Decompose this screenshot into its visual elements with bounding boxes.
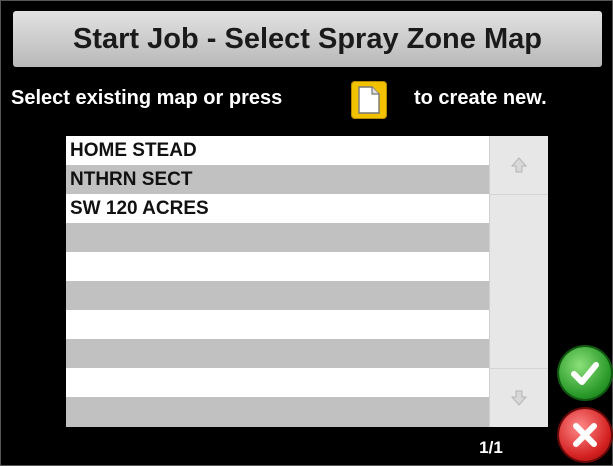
list-item[interactable]: SW 120 ACRES: [66, 194, 489, 223]
map-list: HOME STEAD NTHRN SECT SW 120 ACRES: [66, 136, 489, 427]
list-item[interactable]: [66, 397, 489, 427]
close-icon: [573, 423, 597, 447]
arrow-up-icon: [511, 157, 527, 173]
list-item[interactable]: [66, 281, 489, 310]
list-item[interactable]: [66, 339, 489, 368]
new-map-button[interactable]: [351, 81, 387, 119]
screen-frame: Start Job - Select Spray Zone Map Select…: [0, 0, 613, 466]
list-item[interactable]: [66, 368, 489, 397]
new-document-icon: [358, 86, 380, 114]
instruction-text-before: Select existing map or press: [11, 87, 283, 109]
list-item[interactable]: [66, 252, 489, 281]
page-title: Start Job - Select Spray Zone Map: [73, 23, 542, 55]
list-item[interactable]: [66, 223, 489, 252]
arrow-down-icon: [511, 390, 527, 406]
cancel-button[interactable]: [559, 409, 611, 461]
scroll-up-button[interactable]: [490, 136, 548, 195]
page-indicator: 1/1: [479, 438, 503, 457]
checkmark-icon: [571, 362, 599, 385]
scroll-down-button[interactable]: [490, 368, 548, 427]
confirm-button[interactable]: [559, 347, 611, 399]
list-item[interactable]: HOME STEAD: [66, 136, 489, 165]
instruction-text-after: to create new.: [414, 87, 547, 109]
title-bar: Start Job - Select Spray Zone Map: [13, 11, 602, 67]
list-scrollbar[interactable]: [489, 136, 548, 427]
list-item[interactable]: [66, 310, 489, 339]
list-item[interactable]: NTHRN SECT: [66, 165, 489, 194]
